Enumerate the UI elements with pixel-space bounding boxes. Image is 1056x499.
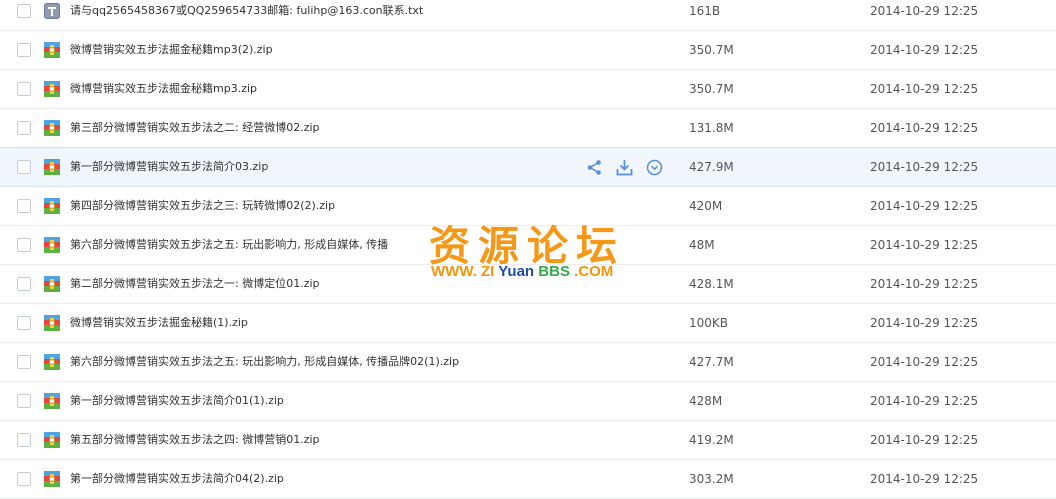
row-checkbox[interactable]: [17, 43, 31, 57]
watermark-zi: ZI: [481, 263, 495, 280]
file-name-link[interactable]: 第六部分微博营销实效五步法之五: 玩出影响力, 形成自媒体, 传播品牌02(1)…: [70, 343, 459, 381]
zip-file-icon: [44, 81, 60, 97]
file-date: 2014-10-29 12:25: [870, 433, 979, 447]
row-checkbox[interactable]: [17, 433, 31, 447]
file-name-link[interactable]: 第一部分微博营销实效五步法简介04(2).zip: [70, 460, 284, 498]
file-date: 2014-10-29 12:25: [870, 394, 979, 408]
file-date: 2014-10-29 12:25: [870, 160, 979, 174]
zip-file-icon: [44, 237, 60, 253]
file-date: 2014-10-29 12:25: [870, 277, 979, 291]
file-size: 350.7M: [689, 82, 734, 96]
file-name-link[interactable]: 第六部分微博营销实效五步法之五: 玩出影响力, 形成自媒体, 传播: [70, 226, 388, 264]
more-icon[interactable]: [646, 159, 663, 176]
file-row[interactable]: 第五部分微博营销实效五步法之四: 微博营销01.zip 419.2M 2014-10…: [0, 421, 1056, 460]
file-row[interactable]: 第三部分微博营销实效五步法之二: 经营微博02.zip 131.8M 2014-10…: [0, 109, 1056, 148]
file-name-link[interactable]: 第一部分微博营销实效五步法简介03.zip: [70, 148, 268, 186]
file-date: 2014-10-29 12:25: [870, 82, 979, 96]
share-icon[interactable]: [586, 159, 603, 176]
file-name-link[interactable]: 微博营销实效五步法掘金秘籍mp3.zip: [70, 70, 257, 108]
file-size: 303.2M: [689, 472, 734, 486]
file-name-link[interactable]: 第二部分微博营销实效五步法之一: 微博定位01.zip: [70, 265, 320, 303]
watermark-bbs: BBS: [538, 263, 570, 280]
zip-file-icon: [44, 159, 60, 175]
file-date: 2014-10-29 12:25: [870, 121, 979, 135]
file-size: 428M: [689, 394, 723, 408]
zip-file-icon: [44, 432, 60, 448]
row-checkbox[interactable]: [17, 160, 31, 174]
zip-file-icon: [44, 276, 60, 292]
file-name-link[interactable]: 微博营销实效五步法掘金秘籍(1).zip: [70, 304, 248, 342]
row-checkbox[interactable]: [17, 355, 31, 369]
file-size: 419.2M: [689, 433, 734, 447]
file-date: 2014-10-29 12:25: [870, 199, 979, 213]
file-name-link[interactable]: 微博营销实效五步法掘金秘籍mp3(2).zip: [70, 31, 273, 69]
download-icon[interactable]: [616, 159, 633, 176]
watermark-yuan: Yuan: [498, 263, 535, 280]
zip-file-icon: [44, 471, 60, 487]
file-date: 2014-10-29 12:25: [870, 4, 979, 18]
file-size: 420M: [689, 199, 723, 213]
file-name-link[interactable]: 请与qq2565458367或QQ259654733邮箱: fulihp@163…: [70, 0, 423, 30]
file-size: 161B: [689, 4, 721, 18]
file-date: 2014-10-29 12:25: [870, 472, 979, 486]
file-size: 131.8M: [689, 121, 734, 135]
file-row[interactable]: 第一部分微博营销实效五步法简介01(1).zip 428M 2014-10-29 1…: [0, 382, 1056, 421]
file-row[interactable]: 第一部分微博营销实效五步法简介04(2).zip 303.2M 2014-10-29…: [0, 460, 1056, 499]
row-checkbox[interactable]: [17, 394, 31, 408]
row-checkbox[interactable]: [17, 4, 31, 18]
file-date: 2014-10-29 12:25: [870, 43, 979, 57]
file-size: 428.1M: [689, 277, 734, 291]
file-name-link[interactable]: 第四部分微博营销实效五步法之三: 玩转微博02(2).zip: [70, 187, 335, 225]
zip-file-icon: [44, 120, 60, 136]
row-checkbox[interactable]: [17, 277, 31, 291]
file-name-link[interactable]: 第一部分微博营销实效五步法简介01(1).zip: [70, 382, 284, 420]
row-checkbox[interactable]: [17, 472, 31, 486]
file-name-link[interactable]: 第三部分微博营销实效五步法之二: 经营微博02.zip: [70, 109, 320, 147]
file-size: 427.9M: [689, 160, 734, 174]
watermark-logo-en: WWW. ZI Yuan BBS .COM: [431, 263, 631, 280]
row-checkbox[interactable]: [17, 238, 31, 252]
file-date: 2014-10-29 12:25: [870, 355, 979, 369]
file-name-link[interactable]: 第五部分微博营销实效五步法之四: 微博营销01.zip: [70, 421, 320, 459]
row-checkbox[interactable]: [17, 82, 31, 96]
zip-file-icon: [44, 42, 60, 58]
txt-file-icon: [44, 3, 60, 19]
file-row[interactable]: 微博营销实效五步法掘金秘籍mp3.zip 350.7M 2014-10-29 12:…: [0, 70, 1056, 109]
zip-file-icon: [44, 198, 60, 214]
row-checkbox[interactable]: [17, 316, 31, 330]
file-size: 427.7M: [689, 355, 734, 369]
file-size: 100KB: [689, 316, 729, 330]
file-row[interactable]: 第六部分微博营销实效五步法之五: 玩出影响力, 形成自媒体, 传播品牌02(1)…: [0, 343, 1056, 382]
file-size: 48M: [689, 238, 715, 252]
file-row[interactable]: 微博营销实效五步法掘金秘籍mp3(2).zip 350.7M 2014-10-29 …: [0, 31, 1056, 70]
watermark-com: .COM: [574, 263, 614, 280]
file-date: 2014-10-29 12:25: [870, 316, 979, 330]
file-date: 2014-10-29 12:25: [870, 238, 979, 252]
row-checkbox[interactable]: [17, 199, 31, 213]
row-actions: [586, 159, 663, 176]
row-checkbox[interactable]: [17, 121, 31, 135]
file-row[interactable]: 第一部分微博营销实效五步法简介03.zip 427.9M 2014-10-29 12…: [0, 147, 1056, 187]
file-row[interactable]: 微博营销实效五步法掘金秘籍(1).zip 100KB 2014-10-29 12:2…: [0, 304, 1056, 343]
watermark-www: WWW.: [431, 263, 477, 280]
file-row[interactable]: 请与qq2565458367或QQ259654733邮箱: fulihp@163…: [0, 0, 1056, 31]
zip-file-icon: [44, 393, 60, 409]
file-size: 350.7M: [689, 43, 734, 57]
zip-file-icon: [44, 354, 60, 370]
zip-file-icon: [44, 315, 60, 331]
